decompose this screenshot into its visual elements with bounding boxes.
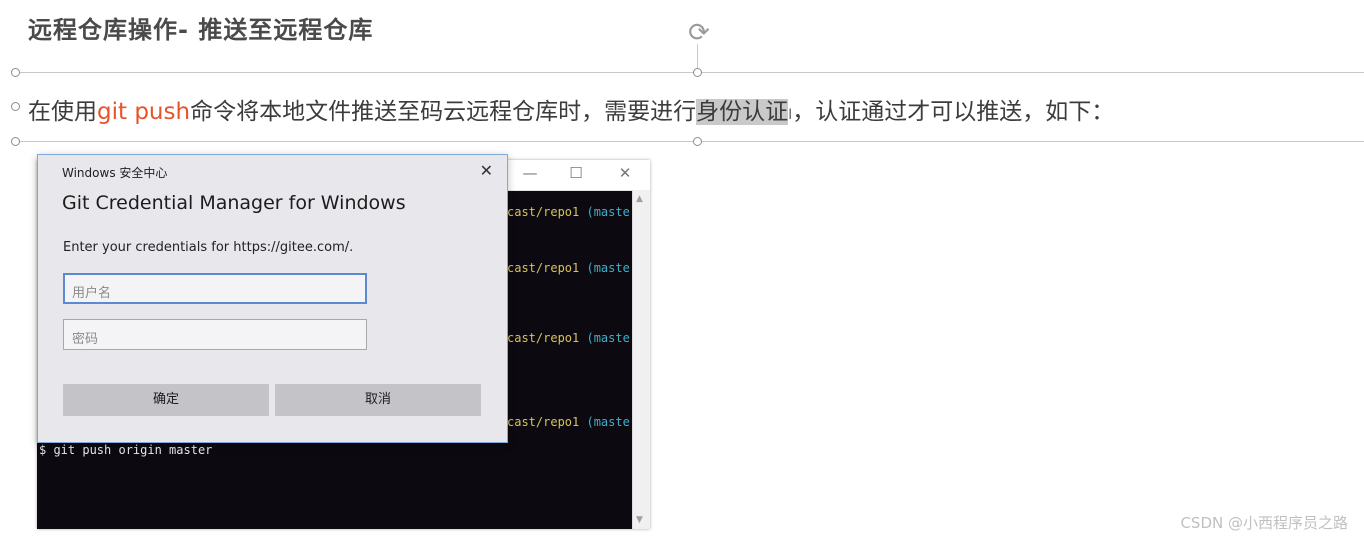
- prompt-path: cast/repo1: [507, 415, 580, 429]
- body-text-middle: 命令将本地文件推送至码云远程仓库时，需要进行: [190, 99, 697, 125]
- minimize-icon[interactable]: —: [515, 164, 545, 182]
- password-input[interactable]: 密码: [63, 319, 367, 350]
- terminal-close-icon[interactable]: ✕: [610, 164, 640, 182]
- prompt-branch: (maste: [586, 261, 630, 275]
- terminal-prompt-line: cast/repo1 (maste: [507, 331, 630, 345]
- credential-dialog: Windows 安全中心 ✕ Git Credential Manager fo…: [37, 154, 508, 443]
- maximize-icon[interactable]: ☐: [561, 164, 591, 182]
- cancel-button[interactable]: 取消: [275, 384, 481, 416]
- resize-handle-top-left[interactable]: [11, 68, 20, 77]
- prompt-path: cast/repo1: [507, 261, 580, 275]
- terminal-scrollbar[interactable]: ▲ ▼: [632, 190, 650, 529]
- prompt-branch: (maste: [586, 415, 630, 429]
- terminal-prompt-line: cast/repo1 (maste: [507, 205, 630, 219]
- terminal-prompt-line: cast/repo1 (maste: [507, 415, 630, 429]
- username-input[interactable]: 用户名: [63, 273, 367, 304]
- slide-body-text[interactable]: 在使用git push命令将本地文件推送至码云远程仓库时，需要进行身份认证I，认…: [28, 92, 1115, 125]
- ok-button[interactable]: 确定: [63, 384, 269, 416]
- body-text-after: ，认证通过才可以推送，如下：: [792, 99, 1115, 125]
- dialog-caption: Windows 安全中心: [62, 166, 168, 180]
- close-icon[interactable]: ✕: [480, 161, 493, 180]
- slide-title: 远程仓库操作- 推送至远程仓库: [28, 16, 374, 44]
- resize-handle-top-middle[interactable]: [693, 68, 702, 77]
- prompt-branch: (maste: [586, 331, 630, 345]
- selection-frame-bottom: [15, 141, 1364, 142]
- watermark: CSDN @小西程序员之路: [1180, 514, 1348, 532]
- resize-handle-bottom-middle[interactable]: [693, 137, 702, 146]
- prompt-branch: (maste: [586, 205, 630, 219]
- dialog-title: Git Credential Manager for Windows: [62, 192, 406, 214]
- body-text-before: 在使用: [28, 99, 97, 125]
- prompt-path: cast/repo1: [507, 205, 580, 219]
- terminal-command-line: $ git push origin master: [39, 443, 213, 457]
- selection-frame-top: [15, 72, 1364, 73]
- prompt-path: cast/repo1: [507, 331, 580, 345]
- scroll-down-icon[interactable]: ▼: [636, 515, 643, 525]
- resize-handle-middle-left[interactable]: [11, 102, 20, 111]
- selected-text: 身份认证: [696, 99, 789, 125]
- scroll-up-icon[interactable]: ▲: [636, 194, 643, 204]
- dialog-description: Enter your credentials for https://gitee…: [63, 240, 354, 255]
- git-push-command-text: git push: [97, 99, 191, 125]
- rotate-handle-icon[interactable]: ⟳: [684, 18, 714, 48]
- resize-handle-bottom-left[interactable]: [11, 137, 20, 146]
- terminal-prompt-line: cast/repo1 (maste: [507, 261, 630, 275]
